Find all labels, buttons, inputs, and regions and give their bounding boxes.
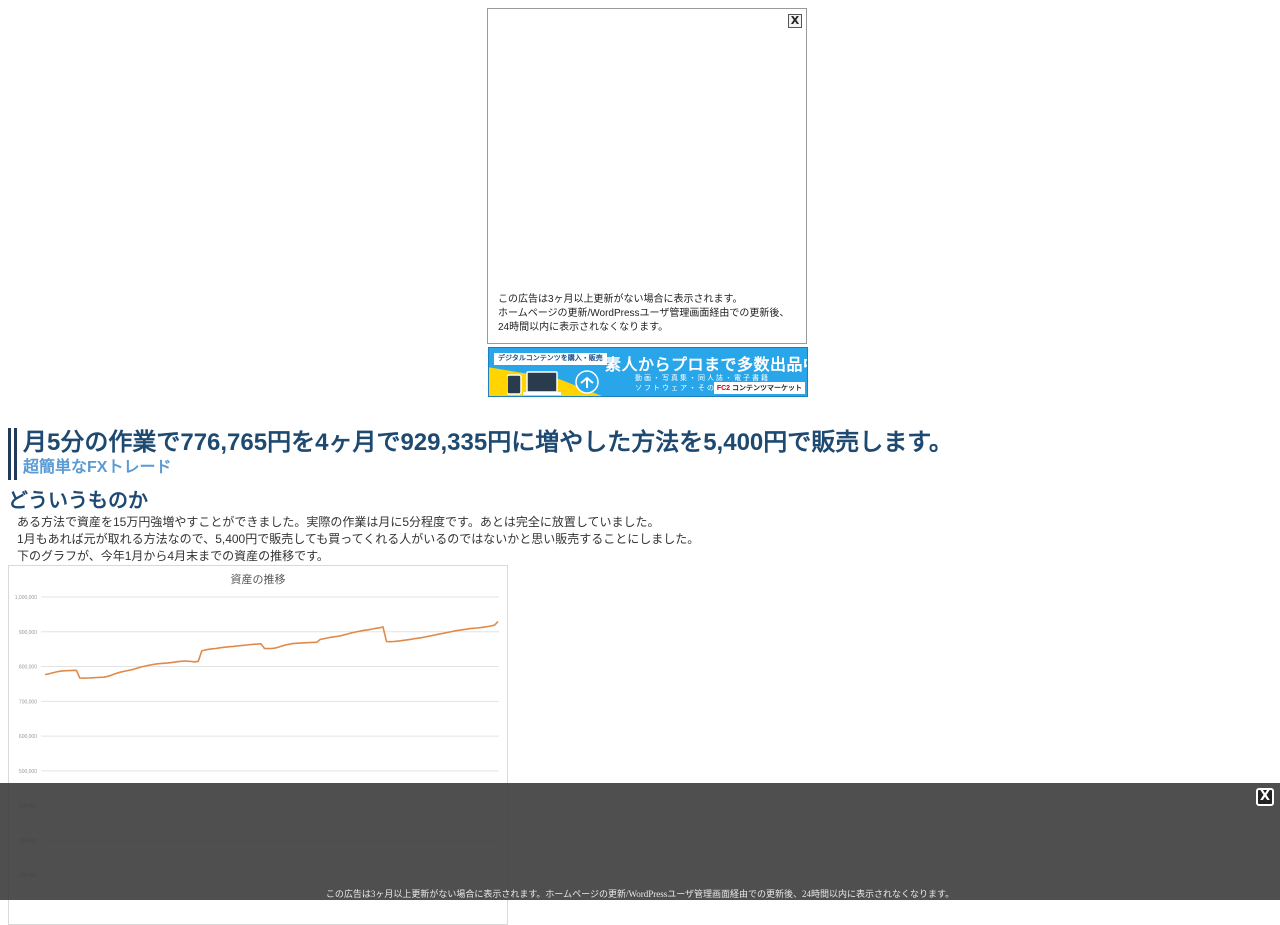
chart-series-line: [44, 621, 499, 679]
chart-title: 資産の推移: [231, 572, 286, 586]
bottom-ad-overlay: X この広告は3ヶ月以上更新がない場合に表示されます。ホームページの更新/Wor…: [0, 783, 1280, 900]
subtitle-link[interactable]: 超簡単なFXトレード: [23, 458, 953, 478]
devices-icon: [507, 370, 599, 395]
bottom-ad-notice: この広告は3ヶ月以上更新がない場合に表示されます。ホームページの更新/WordP…: [325, 889, 955, 899]
top-ad-close-button[interactable]: X: [788, 14, 802, 28]
chart-y-tick-label: 700,000: [19, 699, 37, 705]
article-paragraph: 1月もあれば元が取れる方法なので、5,400円で販売しても買ってくれる人がいるの…: [17, 532, 700, 546]
banner-sub-line: ソフトウェア・その他: [635, 385, 725, 392]
bottom-ad-close-button[interactable]: X: [1256, 788, 1274, 806]
top-ad-notice-line: この広告は3ヶ月以上更新がない場合に表示されます。: [498, 294, 743, 305]
article-body: ある方法で資産を15万円強増やすことができました。実際の作業は月に5分程度です。…: [17, 514, 699, 565]
title-inner: 月5分の作業で776,765円を4ヶ月で929,335円に増やした方法を5,40…: [14, 428, 953, 480]
content-market-banner[interactable]: デジタルコンテンツを購入・販売 素人からプロまで多数出品中! 動画・写真集・同人…: [488, 347, 808, 397]
chart-y-tick-label: 600,000: [19, 734, 37, 740]
fc2-logo-text: コンテンツマーケット: [732, 385, 802, 392]
chart-y-tick-label: 800,000: [19, 665, 37, 671]
chart-series-group: [44, 621, 499, 679]
top-ad-frame: X この広告は3ヶ月以上更新がない場合に表示されます。 ホームページの更新/Wo…: [487, 8, 807, 344]
fc2-logo: FC2 コンテンツマーケット: [713, 382, 805, 394]
title-block: 月5分の作業で776,765円を4ヶ月で929,335円に増やした方法を5,40…: [8, 428, 953, 480]
article-paragraph: ある方法で資産を15万円強増やすことができました。実際の作業は月に5分程度です。…: [17, 515, 660, 529]
banner-tag: デジタルコンテンツを購入・販売: [494, 353, 607, 365]
page-title: 月5分の作業で776,765円を4ヶ月で929,335円に増やした方法を5,40…: [23, 429, 953, 456]
article-paragraph: 下のグラフが、今年1月から4月末までの資産の推移です。: [17, 549, 329, 563]
top-ad-notice: この広告は3ヶ月以上更新がない場合に表示されます。 ホームページの更新/Word…: [498, 293, 798, 335]
banner-headline: 素人からプロまで多数出品中!: [605, 357, 808, 374]
fc2-logo-mark: FC2: [716, 385, 731, 392]
top-ad-notice-line: ホームページの更新/WordPressユーザ管理画面経由での更新後、: [498, 308, 790, 319]
chart-y-tick-label: 900,000: [19, 630, 37, 636]
section-heading: どういうものか: [8, 490, 148, 512]
top-ad-notice-line: 24時間以内に表示されなくなります。: [498, 322, 669, 333]
chart-y-tick-label: 1,000,000: [15, 595, 37, 601]
chart-y-tick-label: 500,000: [19, 769, 37, 775]
